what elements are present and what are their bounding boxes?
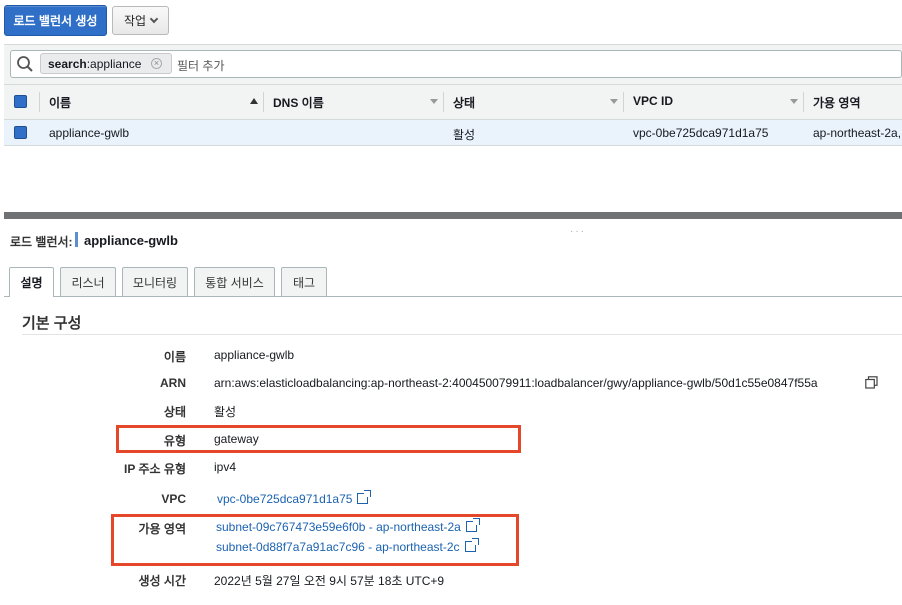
column-divider — [443, 92, 444, 112]
detail-label: 로드 밸런서: — [10, 235, 73, 249]
tab-monitoring[interactable]: 모니터링 — [122, 267, 188, 296]
sort-icon[interactable] — [610, 99, 618, 104]
sort-ascending-icon[interactable] — [250, 98, 258, 104]
tab-description[interactable]: 설명 — [9, 267, 54, 297]
row-name: appliance-gwlb — [49, 126, 130, 140]
column-divider — [263, 92, 264, 112]
field-value-name: appliance-gwlb — [214, 348, 295, 362]
field-label-state: 상태 — [163, 405, 186, 419]
field-label-vpc: VPC — [161, 492, 186, 506]
actions-dropdown-button[interactable]: 작업 — [112, 6, 169, 35]
highlight-box-type — [116, 425, 521, 453]
highlight-box-az — [111, 514, 519, 566]
chevron-down-icon — [149, 14, 159, 23]
column-header-vpc-id[interactable]: VPC ID — [633, 94, 673, 108]
sort-icon[interactable] — [430, 99, 438, 104]
search-icon — [17, 56, 33, 72]
column-divider — [39, 92, 40, 112]
row-state: 활성 — [453, 128, 476, 142]
column-header-dns[interactable]: DNS 이름 — [273, 94, 324, 111]
add-filter-placeholder[interactable]: 필터 추가 — [177, 57, 225, 74]
field-label-ip-type: IP 주소 유형 — [124, 462, 186, 476]
section-title: 기본 구성 — [22, 315, 82, 332]
tab-integrated-services[interactable]: 통합 서비스 — [194, 267, 275, 296]
field-value-arn: arn:aws:elasticloadbalancing:ap-northeas… — [214, 376, 818, 390]
row-checkbox[interactable] — [14, 126, 27, 139]
section-divider — [22, 334, 902, 335]
detail-lb-name: appliance-gwlb — [84, 233, 178, 248]
tab-tags[interactable]: 태그 — [281, 267, 327, 296]
field-value-ip-type: ipv4 — [214, 460, 237, 474]
remove-filter-icon[interactable]: × — [151, 58, 162, 69]
create-load-balancer-button[interactable]: 로드 밸런서 생성 — [4, 5, 107, 36]
tab-listeners[interactable]: 리스너 — [60, 267, 116, 296]
filter-token-value: appliance — [90, 56, 142, 71]
field-value-created: 2022년 5월 27일 오전 9시 57분 18초 UTC+9 — [214, 574, 445, 588]
field-value-state: 활성 — [214, 405, 237, 419]
tab-underline — [4, 296, 902, 297]
column-divider — [803, 92, 804, 112]
row-az: ap-northeast-2a, a — [813, 126, 902, 140]
column-divider — [623, 92, 624, 112]
select-all-checkbox[interactable] — [14, 95, 27, 108]
drag-handle-icon[interactable]: ··· — [570, 226, 586, 237]
copy-icon[interactable] — [865, 376, 878, 389]
column-header-name[interactable]: 이름 — [49, 94, 71, 111]
detail-accent-bar — [75, 232, 78, 247]
field-label-created: 생성 시간 — [138, 574, 187, 588]
sort-icon[interactable] — [790, 99, 798, 104]
filter-token-key: search — [48, 56, 87, 71]
actions-label: 작업 — [123, 14, 147, 28]
row-vpc: vpc-0be725dca971d1a75 — [633, 126, 769, 140]
panel-splitter[interactable] — [4, 212, 902, 219]
field-label-arn: ARN — [160, 376, 186, 390]
column-header-state[interactable]: 상태 — [453, 94, 475, 111]
column-header-az[interactable]: 가용 영역 — [813, 94, 861, 111]
external-link-icon[interactable] — [357, 490, 372, 504]
vpc-link[interactable]: vpc-0be725dca971d1a75 — [217, 490, 372, 506]
field-label-name: 이름 — [163, 350, 186, 364]
vpc-link-text[interactable]: vpc-0be725dca971d1a75 — [217, 492, 352, 506]
